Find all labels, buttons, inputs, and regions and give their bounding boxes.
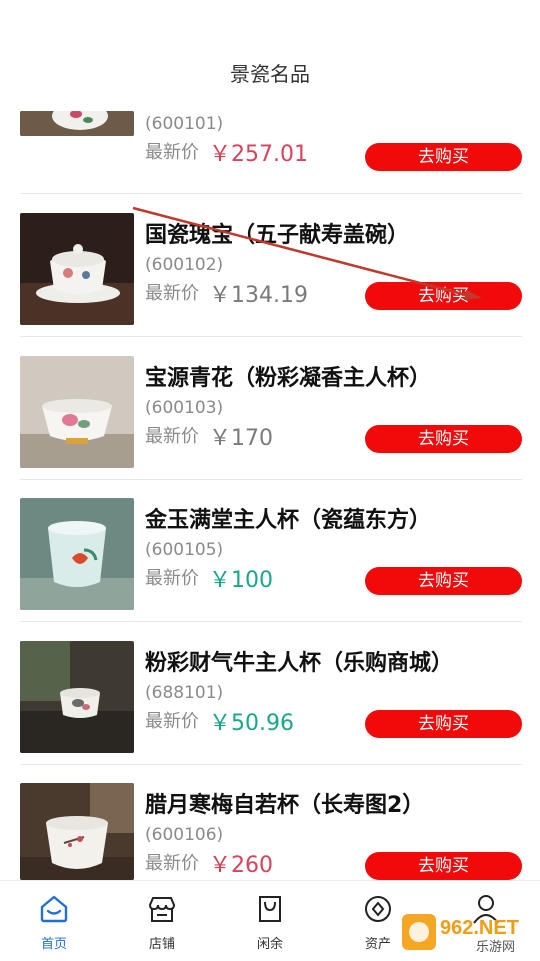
tab-store[interactable]: 店铺 <box>108 881 216 961</box>
product-price: ￥134.19 <box>209 283 308 308</box>
tab-idle[interactable]: 闲余 <box>216 881 324 961</box>
price-label: 最新价 <box>145 426 199 447</box>
store-icon <box>148 897 176 922</box>
product-code: (600102) <box>145 255 224 275</box>
watermark-subtext: 乐游网 <box>476 940 515 954</box>
product-code: (600103) <box>145 398 224 418</box>
buy-button[interactable]: 去购买 <box>365 852 522 880</box>
watermark-logo: 962.NET 乐游网 <box>402 912 532 955</box>
tab-home[interactable]: 首页 <box>0 881 108 961</box>
price-label: 最新价 <box>145 853 199 874</box>
tab-label: 闲余 <box>256 937 283 952</box>
product-code: (600105) <box>145 540 224 560</box>
product-price: ￥50.96 <box>209 711 294 736</box>
buy-button[interactable]: 去购买 <box>365 282 522 310</box>
price-label: 最新价 <box>145 711 199 732</box>
product-name: 粉彩财气牛主人杯（乐购商城） <box>145 651 454 676</box>
bag-icon <box>259 896 281 922</box>
page-title: 景瓷名品 <box>230 62 310 86</box>
watermark-text: 962.NET <box>440 917 519 939</box>
product-image <box>20 498 134 610</box>
price-label: 最新价 <box>145 142 199 163</box>
home-icon <box>40 895 68 923</box>
price-label: 最新价 <box>145 568 199 589</box>
header-bar: 景瓷名品 <box>0 0 540 100</box>
buy-button[interactable]: 去购买 <box>365 567 522 595</box>
product-price: ￥100 <box>209 568 273 593</box>
product-price: ￥260 <box>209 853 273 878</box>
product-name: 宝源青花（粉彩凝香主人杯） <box>145 366 432 391</box>
product-item[interactable]: (600101) 最新价 ￥257.01 去购买 <box>20 100 522 194</box>
product-price: ￥170 <box>209 426 273 451</box>
tab-label: 店铺 <box>148 937 175 952</box>
tab-label: 首页 <box>40 937 67 952</box>
product-image <box>20 641 134 753</box>
price-label: 最新价 <box>145 283 199 304</box>
assets-icon <box>365 896 391 922</box>
product-image <box>20 111 134 136</box>
product-name: 国瓷瑰宝（五子献寿盖碗） <box>145 223 410 248</box>
product-code: (600101) <box>145 114 224 134</box>
product-image <box>20 783 134 880</box>
product-item[interactable]: 粉彩财气牛主人杯（乐购商城） (688101) 最新价 ￥50.96 去购买 <box>20 623 522 765</box>
product-item[interactable]: 国瓷瑰宝（五子献寿盖碗） (600102) 最新价 ￥134.19 去购买 <box>20 195 522 337</box>
product-name: 金玉满堂主人杯（瓷蕴东方） <box>145 508 432 533</box>
product-item[interactable]: 腊月寒梅自若杯（长寿图2） (600106) 最新价 ￥260 去购买 <box>20 765 522 880</box>
buy-button[interactable]: 去购买 <box>365 143 522 171</box>
buy-button[interactable]: 去购买 <box>365 710 522 738</box>
buy-button[interactable]: 去购买 <box>365 425 522 453</box>
product-name: 腊月寒梅自若杯（长寿图2） <box>145 793 425 818</box>
product-image <box>20 213 134 325</box>
product-price: ￥257.01 <box>209 142 308 167</box>
product-item[interactable]: 金玉满堂主人杯（瓷蕴东方） (600105) 最新价 ￥100 去购买 <box>20 480 522 622</box>
product-list[interactable]: (600101) 最新价 ￥257.01 去购买 国瓷瑰宝（五子献寿盖碗） (6… <box>0 100 540 880</box>
product-image <box>20 356 134 468</box>
product-code: (688101) <box>145 683 224 703</box>
product-code: (600106) <box>145 825 224 845</box>
product-item[interactable]: 宝源青花（粉彩凝香主人杯） (600103) 最新价 ￥170 去购买 <box>20 338 522 480</box>
